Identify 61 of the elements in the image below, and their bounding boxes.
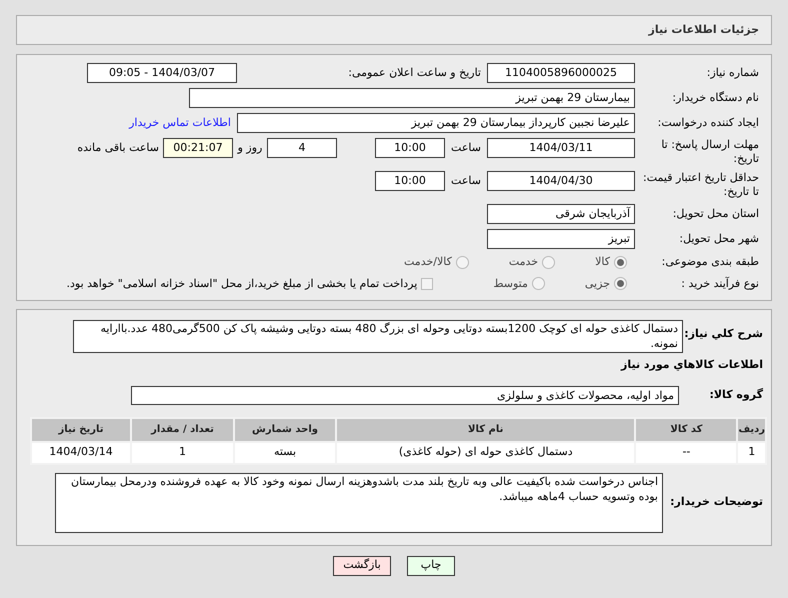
text-field[interactable]: بیمارستان 29 بهمن تبریز (189, 88, 635, 108)
field-label: شهر محل تحویل: (678, 232, 760, 246)
buyer-notes-textarea[interactable]: اجناس درخواست شده باکیفیت عالی وبه تاریخ بلند مدت باشدوهزینه ارسال نمونه وخود کالا به عهده فروشنده ودرمحل بیمارستان بوده وتسویه حساب 4ماهه میباشد. (55, 472, 663, 532)
text-field[interactable]: 10:00 (375, 171, 445, 191)
table-cell: 1404/03/14 (31, 442, 131, 464)
field-label: شماره نیاز: (706, 66, 760, 80)
field-label: نوع فرآیند خرید : (680, 276, 760, 291)
radio-button[interactable] (532, 277, 545, 290)
radio-label: کالا (595, 254, 610, 270)
field-label: حداقل تاریخ اعتبار قیمت: تا تاریخ: (642, 171, 760, 199)
field-label: مهلت ارسال پاسخ: تا تاریخ: (660, 138, 760, 166)
field-label: تاریخ و ساعت اعلان عمومی: (347, 64, 482, 81)
column-header: نام کالا (336, 418, 636, 442)
field-label: طبقه بندی موضوعی: (660, 255, 760, 270)
text-field[interactable]: 1404/03/11 (487, 138, 635, 158)
field-label: ساعت (450, 173, 482, 189)
column-header: تاریخ نیاز (31, 418, 131, 442)
field-label: شرح کلي نياز: (683, 326, 763, 342)
table-cell: بسته (234, 442, 336, 464)
buyer-contact-link[interactable]: اطلاعات تماس خریدار (129, 114, 231, 132)
text-field[interactable]: 1404/03/07 - 09:05 (87, 63, 237, 83)
radio-label: جزیی (584, 276, 610, 292)
table-cell: 1 (737, 442, 766, 464)
column-header: کد کالا (635, 418, 738, 442)
text-field[interactable]: تبریز (487, 229, 635, 249)
section-heading: اطلاعات کالاهاي مورد نياز (620, 357, 763, 373)
table-cell: 1 (131, 442, 234, 464)
text-field[interactable]: علیرضا نجبین کارپرداز بیمارستان 29 بهمن تبریز (237, 113, 635, 133)
column-header: ردیف (737, 418, 766, 442)
field-label: ساعت باقی مانده (77, 140, 159, 156)
radio-button[interactable] (614, 277, 627, 290)
field-label: ساعت (450, 140, 482, 156)
text-field[interactable]: 4 (267, 138, 337, 158)
checkbox[interactable] (421, 278, 434, 290)
field-label: ایجاد کننده درخواست: (656, 116, 760, 130)
field-label: استان محل تحویل: (672, 207, 760, 221)
column-header: تعداد / مقدار (131, 418, 234, 442)
table-cell: -- (635, 442, 738, 464)
radio-label: متوسط (493, 276, 528, 292)
field-label: نام دستگاه خریدار: (671, 91, 760, 105)
goods-group-field[interactable]: مواد اولیه، محصولات کاغذی و سلولزی (131, 386, 679, 404)
field-label: روز و (236, 140, 264, 156)
column-header: واحد شمارش (234, 418, 336, 442)
print-button[interactable]: چاپ (407, 556, 455, 576)
text-field[interactable]: 1104005896000025 (487, 63, 635, 83)
radio-label: کالا/خدمت (404, 254, 452, 270)
text-field[interactable]: آذربایجان شرقی (487, 204, 635, 224)
checkbox-label: پرداخت تمام یا بخشی از مبلغ خرید،از محل "اسناد خزانه اسلامی" خواهد بود. (66, 276, 418, 292)
table-cell: دستمال کاغذی حوله ای (حوله کاغذی) (336, 442, 636, 464)
radio-button[interactable] (456, 256, 469, 269)
radio-label: خدمت (508, 254, 538, 270)
radio-button[interactable] (542, 256, 556, 269)
field-label: گروه کالا: (708, 386, 763, 403)
text-field[interactable]: 1404/04/30 (487, 171, 635, 191)
back-button[interactable]: بازگشت (333, 556, 391, 576)
page-title: جزئیات اطلاعات نیاز (648, 22, 759, 38)
text-field[interactable]: 10:00 (375, 138, 445, 158)
field-label: توضیحات خریدار: (669, 494, 763, 510)
countdown-field[interactable]: 00:21:07 (163, 138, 233, 158)
radio-button[interactable] (614, 256, 627, 269)
description-textarea[interactable]: دستمال کاغذی حوله ای کوچک 1200بسته دوتایی وحوله ای بزرگ 480 بسته دوتایی وشیشه پاک کن 500گرمی480 عدد.باارایه نمونه. (73, 320, 683, 353)
